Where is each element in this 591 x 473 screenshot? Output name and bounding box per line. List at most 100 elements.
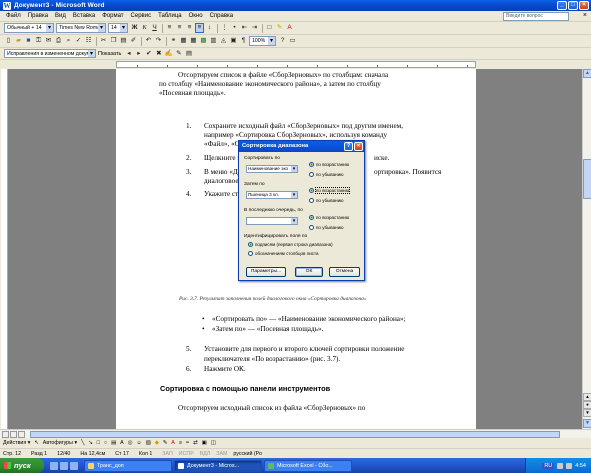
then-by-asc-radio[interactable]: по возрастанию bbox=[309, 187, 351, 194]
sort-by-select[interactable]: Наименование эко bbox=[246, 165, 298, 173]
italic-button[interactable]: К bbox=[140, 23, 149, 33]
scroll-down-icon[interactable]: ▼ bbox=[583, 419, 591, 428]
style-select[interactable]: Обычный + 14 bbox=[4, 23, 54, 33]
clipart-icon[interactable]: ☺ bbox=[136, 440, 141, 446]
font-color-icon[interactable]: A bbox=[285, 23, 294, 33]
reject-change-icon[interactable]: ✖ bbox=[154, 49, 163, 59]
tray-icon[interactable] bbox=[557, 462, 564, 469]
increase-indent-icon[interactable]: ⇥ bbox=[250, 23, 259, 33]
normal-view-icon[interactable] bbox=[2, 431, 9, 438]
ok-button[interactable]: ОК bbox=[295, 267, 323, 277]
start-button[interactable]: пуск bbox=[0, 458, 44, 473]
align-center-icon[interactable]: ≡ bbox=[175, 23, 184, 33]
status-record[interactable]: ЗАП bbox=[162, 451, 172, 457]
oval-icon[interactable]: ○ bbox=[104, 440, 107, 446]
email-icon[interactable]: ✉ bbox=[44, 36, 53, 46]
print-icon[interactable]: ⎙ bbox=[54, 36, 63, 46]
shadow-icon[interactable]: ▣ bbox=[202, 440, 207, 446]
previous-change-icon[interactable]: ◂ bbox=[124, 49, 133, 59]
line-spacing-icon[interactable]: ↕ bbox=[205, 23, 214, 33]
task-excel[interactable]: Microsoft Excel - Сбо... bbox=[264, 459, 352, 472]
menu-file[interactable]: Файл bbox=[6, 13, 21, 19]
undo-icon[interactable]: ↶ bbox=[144, 36, 153, 46]
document-close-button[interactable]: × bbox=[583, 12, 587, 20]
copy-icon[interactable]: ❐ bbox=[109, 36, 118, 46]
status-overtype[interactable]: ЗАМ bbox=[216, 451, 227, 457]
maximize-button[interactable]: □ bbox=[568, 1, 578, 10]
next-change-icon[interactable]: ▸ bbox=[134, 49, 143, 59]
new-comment-icon[interactable]: ✍ bbox=[164, 49, 173, 59]
headers-radio[interactable]: подписям (первая строка диапазона) bbox=[248, 242, 333, 247]
horizontal-ruler[interactable] bbox=[116, 61, 476, 68]
insert-table-icon[interactable]: ▦ bbox=[189, 36, 198, 46]
highlight-icon[interactable]: ✎ bbox=[275, 23, 284, 33]
font-color-draw-icon[interactable]: A bbox=[171, 440, 175, 446]
spelling-icon[interactable]: ✓ bbox=[74, 36, 83, 46]
bold-button[interactable]: Ж bbox=[130, 23, 139, 33]
last-by-asc-radio[interactable]: по возрастанию bbox=[309, 215, 349, 220]
open-icon[interactable]: ▰ bbox=[14, 36, 23, 46]
line-style-icon[interactable]: ≡ bbox=[179, 440, 182, 446]
then-by-select[interactable]: Пшеница 3 кл. bbox=[246, 191, 298, 199]
display-for-review-select[interactable]: Исправления в измененном документе bbox=[4, 49, 96, 58]
cancel-button[interactable]: Отмена bbox=[329, 267, 360, 277]
document-map-icon[interactable]: ▣ bbox=[229, 36, 238, 46]
drawing-icon[interactable]: ◬ bbox=[219, 36, 228, 46]
track-changes-icon[interactable]: ✎ bbox=[174, 49, 183, 59]
last-by-select[interactable] bbox=[246, 217, 298, 225]
close-button[interactable]: × bbox=[579, 1, 589, 10]
cut-icon[interactable]: ✂ bbox=[99, 36, 108, 46]
next-page-icon[interactable]: ▼ bbox=[583, 409, 591, 417]
arrow-icon[interactable]: ↘ bbox=[88, 440, 92, 446]
save-icon[interactable]: ■ bbox=[24, 36, 33, 46]
help-icon[interactable]: ? bbox=[278, 36, 287, 46]
column-letters-radio[interactable]: обозначениям столбцов листа bbox=[248, 251, 319, 256]
paste-icon[interactable]: ▤ bbox=[119, 36, 128, 46]
redo-icon[interactable]: ↷ bbox=[154, 36, 163, 46]
rectangle-icon[interactable]: □ bbox=[97, 440, 100, 446]
menu-format[interactable]: Формат bbox=[102, 13, 123, 19]
print-layout-icon[interactable] bbox=[18, 431, 25, 438]
bullets-icon[interactable]: • bbox=[230, 23, 239, 33]
dialog-help-button[interactable]: ? bbox=[344, 142, 353, 151]
help-question-input[interactable]: Введите вопрос bbox=[503, 12, 569, 21]
decrease-indent-icon[interactable]: ⇤ bbox=[240, 23, 249, 33]
options-button[interactable]: Параметры... bbox=[246, 267, 286, 277]
draw-actions-menu[interactable]: Действия ▾ bbox=[3, 440, 30, 446]
permission-icon[interactable]: ⚿ bbox=[34, 36, 43, 46]
picture-icon[interactable]: ▨ bbox=[146, 440, 151, 446]
numbering-icon[interactable]: ⋮ bbox=[220, 23, 229, 33]
font-select[interactable]: Times New Roman bbox=[56, 23, 106, 33]
minimize-button[interactable]: _ bbox=[557, 1, 567, 10]
sort-by-desc-radio[interactable]: по убыванию bbox=[309, 172, 344, 177]
arrow-style-icon[interactable]: ⇄ bbox=[193, 440, 197, 446]
status-track-changes[interactable]: ИСПР bbox=[179, 451, 194, 457]
3d-icon[interactable]: ◫ bbox=[211, 440, 216, 446]
last-by-desc-radio[interactable]: по убыванию bbox=[309, 225, 344, 230]
hyperlink-icon[interactable]: ⚭ bbox=[169, 36, 178, 46]
menu-help[interactable]: Справка bbox=[210, 13, 234, 19]
reviewing-pane-icon[interactable]: ▤ bbox=[184, 49, 193, 59]
status-extend[interactable]: ВДЛ bbox=[200, 451, 210, 457]
task-word-document[interactable]: Документ3 - Micros... bbox=[174, 459, 262, 472]
menu-tools[interactable]: Сервис bbox=[131, 13, 152, 19]
vertical-ruler[interactable] bbox=[0, 69, 8, 429]
vertical-scrollbar[interactable]: ▲ ▲ ● ▼ ▼ bbox=[582, 69, 591, 429]
language-indicator[interactable]: RU bbox=[542, 462, 555, 469]
accept-change-icon[interactable]: ✔ bbox=[144, 49, 153, 59]
tables-borders-icon[interactable]: ▦ bbox=[179, 36, 188, 46]
align-right-icon[interactable]: ≡ bbox=[185, 23, 194, 33]
quicklaunch-icon[interactable] bbox=[70, 461, 78, 470]
line-icon[interactable]: ╲ bbox=[81, 440, 84, 446]
horizontal-scroll-thumb[interactable] bbox=[30, 431, 560, 438]
justify-icon[interactable]: ≡ bbox=[195, 23, 204, 33]
borders-icon[interactable]: □ bbox=[265, 23, 274, 33]
wordart-icon[interactable]: A bbox=[120, 440, 124, 446]
web-layout-icon[interactable] bbox=[10, 431, 17, 438]
browse-object-icon[interactable]: ● bbox=[583, 401, 591, 409]
task-transdop[interactable]: Транс_доп bbox=[84, 459, 172, 472]
show-menu[interactable]: Показать bbox=[98, 51, 121, 57]
select-objects-icon[interactable]: ↖ bbox=[34, 440, 38, 446]
underline-button[interactable]: Ч bbox=[150, 23, 159, 33]
read-mode-icon[interactable]: ▭ bbox=[288, 36, 297, 46]
